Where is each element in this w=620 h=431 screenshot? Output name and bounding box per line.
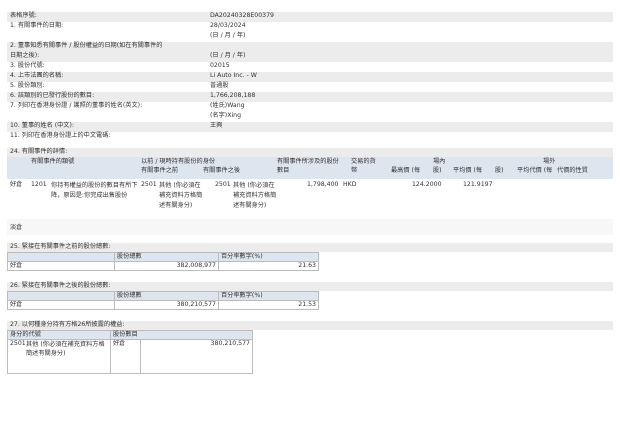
field-row: 1. 有關事件的日期: 28/03/2024 [7, 22, 613, 32]
col-off-average: 平均代價 (每 [517, 167, 553, 174]
field-row: 10. 董事的姓名 (中文): 王興 [7, 122, 613, 132]
position-label: 好倉 [7, 300, 115, 310]
field-label: 日期之後): [10, 52, 40, 59]
field-row: 5. 股份類別: 普通股 [7, 82, 613, 92]
field-value: 普通股 [210, 82, 229, 89]
field-label: 表格序號: [10, 12, 37, 19]
field-label: 2. 董事知悉有關事件 / 股份權益的日期(如在有關事件的 [10, 42, 163, 49]
table-header: 有關事件的類號 以前 / 現時持有股份的身份 有關事件之前 有關事件之後 有關事… [7, 157, 613, 179]
col-average: 平均價 (每 [453, 167, 483, 174]
field-value: (名字)Xing [210, 112, 242, 119]
col-highest: 最高價 (每 [391, 167, 421, 174]
before-description: 其他 (你必須在補充資料方格簡述有關身分) [159, 182, 203, 209]
section-25: 25. 緊接在有關事件之前的股份總數: 股份總數 百分率數字(%) 好倉 382… [7, 243, 613, 271]
total-shares-value: 382,008,977 [114, 261, 219, 271]
shares-value: 1,798,400 [307, 181, 339, 188]
section-24: 24. 有關事件的詳情: 有關事件的類號 以前 / 現時持有股份的身份 有關事件… [7, 148, 613, 235]
field-label: 3. 股份代號: [10, 62, 45, 69]
field-value: 02015 [210, 62, 230, 69]
highest-price: 124.2000 [412, 181, 442, 188]
section-title: 24. 有關事件的詳情: [7, 148, 613, 157]
col-before: 有關事件之前 [141, 167, 179, 174]
total-shares-value: 380,210,577 [114, 300, 219, 310]
col-share-count: 股份數目 [110, 330, 253, 340]
col-highest-2: 股) [433, 167, 442, 174]
field-label: 1. 有關事件的日期: [10, 22, 64, 29]
capacity-code: 2501 [10, 340, 26, 347]
form-fields: 表格序號: DA20240328E00379 1. 有關事件的日期: 28/03… [7, 12, 613, 142]
col-after: 有關事件之後 [203, 167, 241, 174]
currency-value: HKD [343, 181, 357, 188]
section-title: 26. 緊接在有關事件之後的股份總數: [7, 282, 613, 291]
col-nature: 代價的性質 [557, 167, 588, 174]
short-position-label: 淡倉 [10, 224, 23, 231]
after-description: 其他 (你必須在補充資料方格簡述有關身分) [233, 182, 277, 209]
col-capacity: 以前 / 現時持有股份的身份 [141, 158, 216, 165]
section-title: 27. 以何種身分持有方格26所披露的權益: [7, 321, 613, 330]
share-count-value: 380,210,577 [140, 339, 253, 374]
position-label: 好倉 [7, 261, 115, 271]
field-value: 王興 [210, 122, 223, 129]
field-row: 6. 該類別的已發行股份的數目: 1,766,208,188 [7, 92, 613, 102]
col-average-2: 股) [495, 167, 504, 174]
col-currency: 交易的貨 [351, 158, 376, 165]
totals-table-before: 股份總數 百分率數字(%) 好倉 382,008,977 21.63 [7, 252, 319, 271]
col-total-shares: 股份總數 [114, 252, 219, 262]
section-27: 27. 以何種身分持有方格26所披露的權益: 身分的代號 股份數目 2501 其… [7, 321, 613, 374]
section-title: 25. 緊接在有關事件之前的股份總數: [7, 243, 613, 252]
col-offexchange: 場外 [543, 158, 556, 165]
percentage-value: 21.53 [218, 300, 319, 310]
col-shares-2: 數目 [277, 167, 290, 174]
position-label: 好倉 [10, 181, 23, 188]
field-row: (日 / 月 / 年) [7, 32, 613, 42]
after-code: 2501 [215, 181, 231, 188]
col-percentage: 百分率數字(%) [218, 291, 319, 301]
event-description: 你持有權益的股份的數目有所下降，原因是:你完成出售股份 [51, 182, 138, 199]
field-row: 2. 董事知悉有關事件 / 股份權益的日期(如在有關事件的 [7, 42, 613, 52]
col-event-code: 有關事件的類號 [31, 158, 75, 165]
field-row: 4. 上市法團的名稱: Li Auto Inc. - W [7, 72, 613, 82]
field-row: 日期之後): (日 / 月 / 年) [7, 52, 613, 62]
field-value: (姓氏)Wang [210, 102, 245, 109]
section-26: 26. 緊接在有關事件之後的股份總數: 股份總數 百分率數字(%) 好倉 380… [7, 282, 613, 310]
table-row: 好倉 1201 你持有權益的股份的數目有所下降，原因是:你完成出售股份 2501… [7, 179, 613, 219]
field-value: 1,766,208,188 [210, 92, 256, 99]
col-total-shares: 股份總數 [114, 291, 219, 301]
totals-table-after: 股份總數 百分率數字(%) 好倉 380,210,577 21.53 [7, 291, 319, 310]
percentage-value: 21.63 [218, 261, 319, 271]
capacity-table: 身分的代號 股份數目 2501 其他 (你必須在補充資料方格簡述有關身分) 好倉… [7, 330, 253, 374]
col-shares: 有關事件所涉及的股份 [277, 158, 339, 165]
field-row: 11. 列印在香港身份證上的中文電碼: [7, 132, 613, 142]
field-label: 5. 股份類別: [10, 82, 45, 89]
field-label: 4. 上市法團的名稱: [10, 72, 64, 79]
capacity-description: 其他 (你必須在補充資料方格簡述有關身分) [26, 341, 105, 357]
field-label: 10. 董事的姓名 (中文): [10, 122, 74, 129]
table-row-short: 淡倉 [7, 219, 613, 235]
field-value: (日 / 月 / 年) [210, 32, 246, 39]
col-percentage: 百分率數字(%) [218, 252, 319, 262]
field-row: 表格序號: DA20240328E00379 [7, 12, 613, 22]
field-label: 7. 列印在香港身份證 / 護照的董事的姓名(英文): [10, 102, 143, 109]
field-row: (名字)Xing [7, 112, 613, 122]
before-code: 2501 [141, 181, 157, 188]
event-code: 1201 [31, 181, 47, 188]
field-label: 6. 該類別的已發行股份的數目: [10, 92, 95, 99]
average-price: 121.9197 [463, 181, 493, 188]
field-row: 7. 列印在香港身份證 / 護照的董事的姓名(英文): (姓氏)Wang [7, 102, 613, 112]
field-value: 28/03/2024 [210, 22, 246, 29]
field-row: 3. 股份代號: 02015 [7, 62, 613, 72]
col-currency-2: 幣 [351, 167, 358, 174]
field-value: DA20240328E00379 [210, 12, 274, 19]
field-value: Li Auto Inc. - W [210, 72, 257, 79]
col-capacity-code: 身分的代號 [7, 330, 111, 340]
disclosure-form: 表格序號: DA20240328E00379 1. 有關事件的日期: 28/03… [0, 0, 620, 431]
field-value: (日 / 月 / 年) [210, 52, 246, 59]
position-label: 好倉 [110, 339, 141, 374]
field-label: 11. 列印在香港身份證上的中文電碼: [10, 132, 111, 139]
col-onexchange: 場內 [433, 158, 446, 165]
